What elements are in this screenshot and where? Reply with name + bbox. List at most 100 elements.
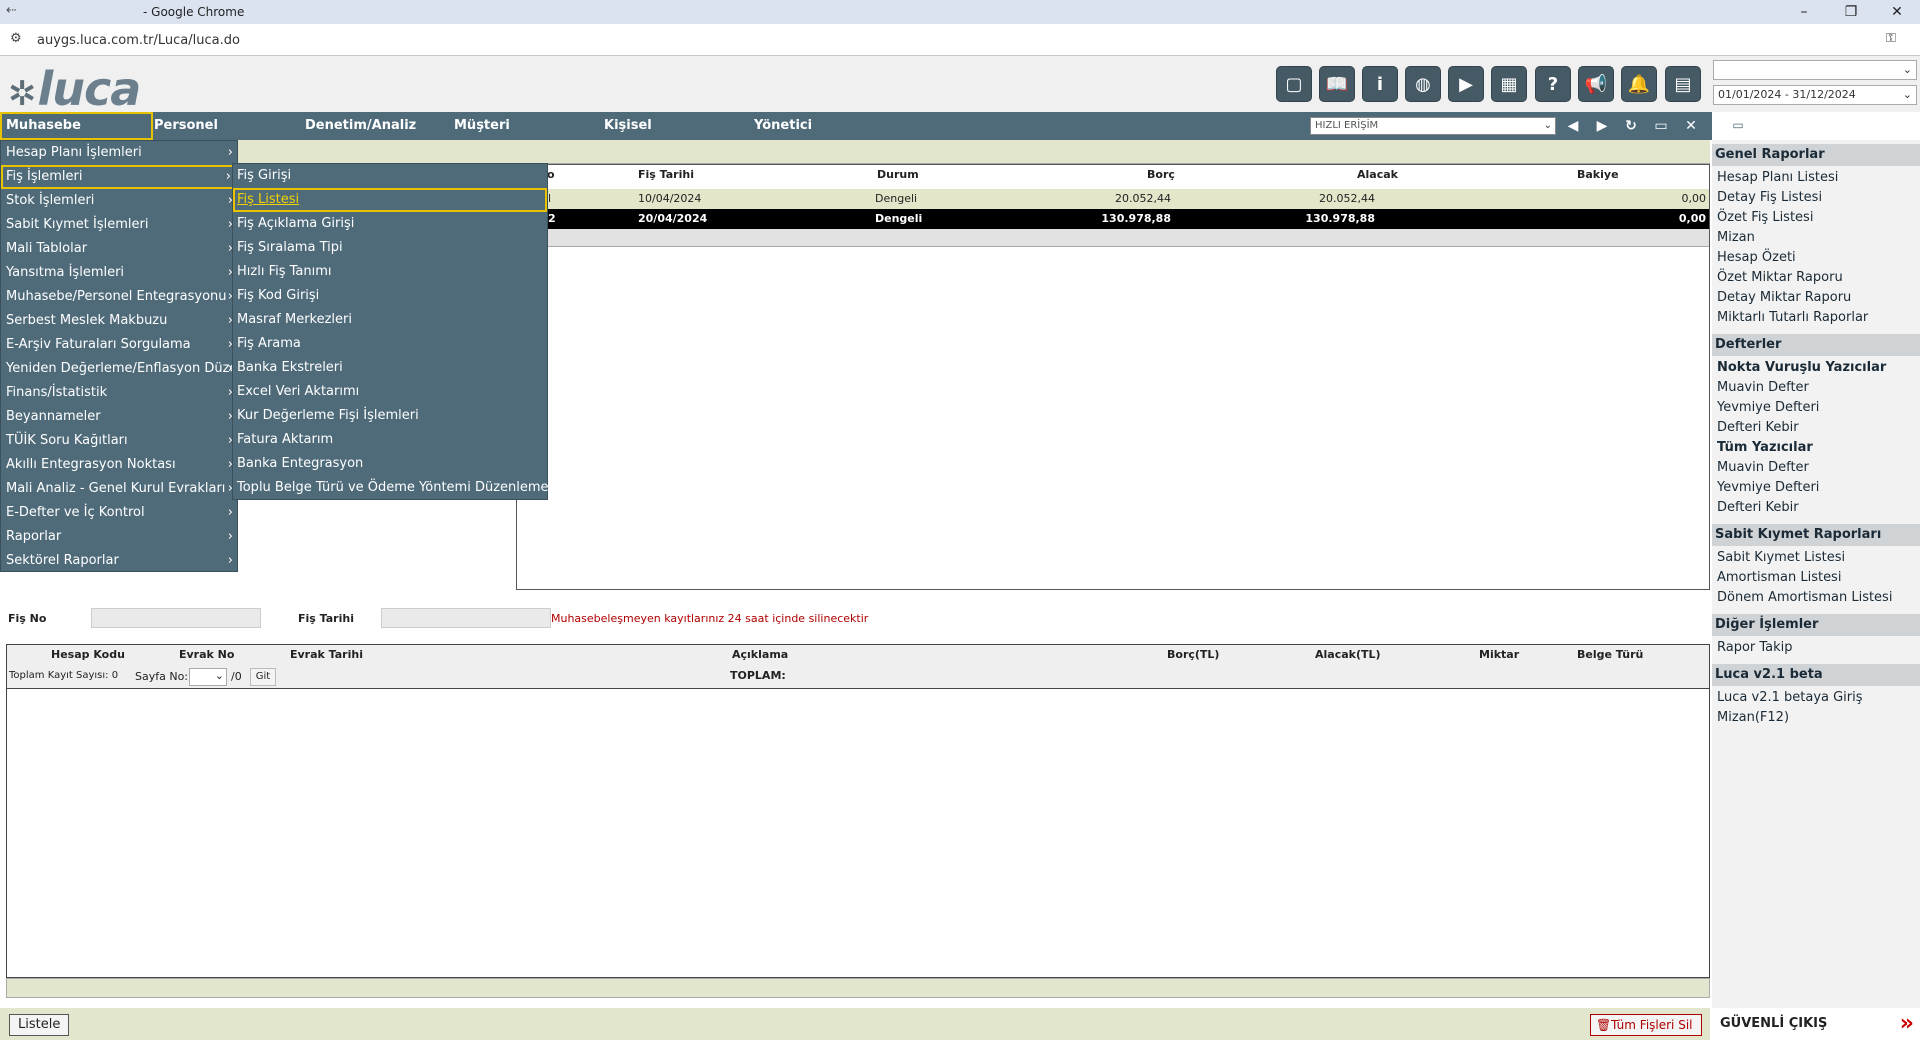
panel-link[interactable]: Dönem Amortisman Listesi xyxy=(1712,588,1892,608)
submenu-item[interactable]: Masraf Merkezleri xyxy=(233,308,547,332)
menu-item[interactable]: TÜİK Soru Kağıtları › xyxy=(1,429,237,453)
submenu-item[interactable]: Fiş Sıralama Tipi xyxy=(233,236,547,260)
submenu-item[interactable]: Toplu Belge Türü ve Ödeme Yöntemi Düzenl… xyxy=(233,476,549,500)
nav-yonetici[interactable]: Yönetici xyxy=(750,112,850,140)
period-select-value: 01/01/2024 - 31/12/2024 xyxy=(1718,88,1856,101)
menu-item[interactable]: Muhasebe/Personel Entegrasyonu › xyxy=(1,285,237,309)
window-icon[interactable]: ▭ xyxy=(1651,116,1671,136)
table-row[interactable]: 2 20/04/2024 Dengeli 130.978,88 130.978,… xyxy=(517,209,1709,229)
site-info-icon[interactable]: ⚙ xyxy=(10,31,22,46)
minimize-icon[interactable]: – xyxy=(1781,0,1827,24)
menu-item[interactable]: Finans/İstatistik › xyxy=(1,381,237,405)
address-bar[interactable]: ⚙ auygs.luca.com.tr/Luca/luca.do ⚿ xyxy=(0,24,1920,56)
panel-link[interactable]: Hesap Planı Listesi xyxy=(1712,168,1838,188)
submenu-item[interactable]: Banka Ekstreleri xyxy=(233,356,547,380)
nav-personel[interactable]: Personel xyxy=(150,112,250,140)
submenu-item[interactable]: Fiş Açıklama Girişi xyxy=(233,212,547,236)
menu-item-label: Stok İşlemleri xyxy=(6,193,95,208)
panel-link[interactable]: Detay Fiş Listesi xyxy=(1712,188,1822,208)
menu-item[interactable]: Beyannameler › xyxy=(1,405,237,429)
help-icon[interactable]: ? xyxy=(1535,66,1571,102)
submenu-item[interactable]: Excel Veri Aktarımı xyxy=(233,380,547,404)
panel-link[interactable]: Yevmiye Defteri xyxy=(1712,478,1819,498)
cell-alacak: 20.052,44 xyxy=(1319,192,1375,205)
menu-item[interactable]: Mali Analiz - Genel Kurul Evrakları › xyxy=(1,477,237,501)
menu-item[interactable]: Yansıtma İşlemleri › xyxy=(1,261,237,285)
delete-warning: Muhasebeleşmeyen kayıtlarınız 24 saat iç… xyxy=(551,612,869,625)
table-row[interactable]: l 10/04/2024 Dengeli 20.052,44 20.052,44… xyxy=(517,189,1709,209)
logo-mark-icon: ✲ xyxy=(8,74,36,114)
menu-item[interactable]: E-Defter ve İç Kontrol › xyxy=(1,501,237,525)
panel-link[interactable]: Luca v2.1 betaya Giriş xyxy=(1712,688,1863,708)
panel-link[interactable]: Amortisman Listesi xyxy=(1712,568,1841,588)
nav-kisisel[interactable]: Kişisel xyxy=(600,112,700,140)
submenu-item[interactable]: Hızlı Fiş Tanımı xyxy=(233,260,547,284)
fis-tarihi-input[interactable] xyxy=(381,608,551,628)
info-icon[interactable]: i xyxy=(1362,66,1398,102)
menu-item[interactable]: Sektörel Raporlar › xyxy=(1,549,237,573)
submenu-item[interactable]: Kur Değerleme Fişi İşlemleri xyxy=(233,404,547,428)
menu-item[interactable]: Akıllı Entegrasyon Noktası › xyxy=(1,453,237,477)
youtube-icon[interactable]: ▶ xyxy=(1448,66,1484,102)
panel-link[interactable]: Muavin Defter xyxy=(1712,378,1809,398)
submenu-item[interactable]: Fiş Kod Girişi xyxy=(233,284,547,308)
submenu-item[interactable]: Banka Entegrasyon xyxy=(233,452,547,476)
menu-item-label: Muhasebe/Personel Entegrasyonu xyxy=(6,289,227,304)
bell-icon[interactable]: 🔔 xyxy=(1621,66,1657,102)
calculator-icon[interactable]: ▦ xyxy=(1491,66,1527,102)
menu-item[interactable]: Serbest Meslek Makbuzu › xyxy=(1,309,237,333)
nav-musteri[interactable]: Müşteri xyxy=(450,112,550,140)
back-icon[interactable]: ◀ xyxy=(1563,116,1583,136)
panel-link[interactable]: Muavin Defter xyxy=(1712,458,1809,478)
panel-link[interactable]: Mizan xyxy=(1712,228,1755,248)
submenu-item[interactable]: Fiş Arama xyxy=(233,332,547,356)
company-select[interactable]: ⌄ xyxy=(1713,60,1917,80)
fis-no-input[interactable] xyxy=(91,608,261,628)
menu-item[interactable]: Hesap Planı İşlemleri › xyxy=(1,141,237,165)
refresh-icon[interactable]: ↻ xyxy=(1621,116,1641,136)
menu-item[interactable]: Stok İşlemleri › xyxy=(1,189,237,213)
panel-link[interactable]: Defteri Kebir xyxy=(1712,418,1799,438)
fullscreen-icon[interactable]: ▭ xyxy=(1724,118,1752,134)
forward-icon[interactable]: ▶ xyxy=(1592,116,1612,136)
menu-item[interactable]: Mali Tablolar › xyxy=(1,237,237,261)
submenu-item[interactable]: Fiş Girişi xyxy=(233,164,547,188)
panel-link[interactable]: Rapor Takip xyxy=(1712,638,1793,658)
ledger-icon[interactable]: ▤ xyxy=(1665,66,1701,102)
panel-link[interactable]: Defteri Kebir xyxy=(1712,498,1799,518)
menu-item[interactable]: Yeniden Değerleme/Enflasyon Düzeltme› xyxy=(1,357,237,381)
book-icon[interactable]: 📖 xyxy=(1319,66,1355,102)
listele-button[interactable]: Listele xyxy=(9,1014,70,1036)
panel-link[interactable]: Miktarlı Tutarlı Raporlar xyxy=(1712,308,1868,328)
restore-icon[interactable]: ❐ xyxy=(1828,0,1874,24)
menu-item[interactable]: Raporlar › xyxy=(1,525,237,549)
quick-access-select[interactable]: HIZLI ERİŞİM ⌄ xyxy=(1310,117,1556,135)
panel-link[interactable]: Özet Miktar Raporu xyxy=(1712,268,1843,288)
panel-link[interactable]: Sabit Kıymet Listesi xyxy=(1712,548,1845,568)
megaphone-icon[interactable]: 📢 xyxy=(1578,66,1614,102)
notepad-icon[interactable]: ▢ xyxy=(1276,66,1312,102)
submenu-item[interactable]: Fatura Aktarım xyxy=(233,428,547,452)
delete-all-button[interactable]: 🗑 Tüm Fişleri Sil xyxy=(1590,1014,1702,1036)
menu-item-label: Beyannameler xyxy=(6,409,101,424)
panel-link[interactable]: Hesap Özeti xyxy=(1712,248,1796,268)
go-button[interactable]: Git xyxy=(250,668,276,686)
url-text[interactable]: auygs.luca.com.tr/Luca/luca.do xyxy=(37,33,240,48)
page-select[interactable]: ⌄ xyxy=(189,668,227,686)
nav-muhasebe[interactable]: Muhasebe xyxy=(0,112,153,140)
logout-button[interactable]: GÜVENLİ ÇIKIŞ » xyxy=(1712,1008,1920,1040)
menu-item[interactable]: Fiş İşlemleri › xyxy=(1,165,237,189)
globe-icon[interactable]: ◍ xyxy=(1405,66,1441,102)
close-tab-icon[interactable]: ✕ xyxy=(1681,116,1701,136)
panel-link[interactable]: Özet Fiş Listesi xyxy=(1712,208,1813,228)
nav-denetim-analiz[interactable]: Denetim/Analiz xyxy=(301,112,441,140)
panel-link[interactable]: Yevmiye Defteri xyxy=(1712,398,1819,418)
panel-link[interactable]: Mizan(F12) xyxy=(1712,708,1789,728)
submenu-item[interactable]: Fiş Listesi xyxy=(233,188,547,212)
key-icon[interactable]: ⚿ xyxy=(1886,31,1896,46)
menu-item[interactable]: E-Arşiv Faturaları Sorgulama › xyxy=(1,333,237,357)
menu-item[interactable]: Sabit Kıymet İşlemleri › xyxy=(1,213,237,237)
panel-link[interactable]: Detay Miktar Raporu xyxy=(1712,288,1851,308)
period-select[interactable]: 01/01/2024 - 31/12/2024 ⌄ xyxy=(1713,85,1917,105)
close-window-icon[interactable]: ✕ xyxy=(1874,0,1920,24)
